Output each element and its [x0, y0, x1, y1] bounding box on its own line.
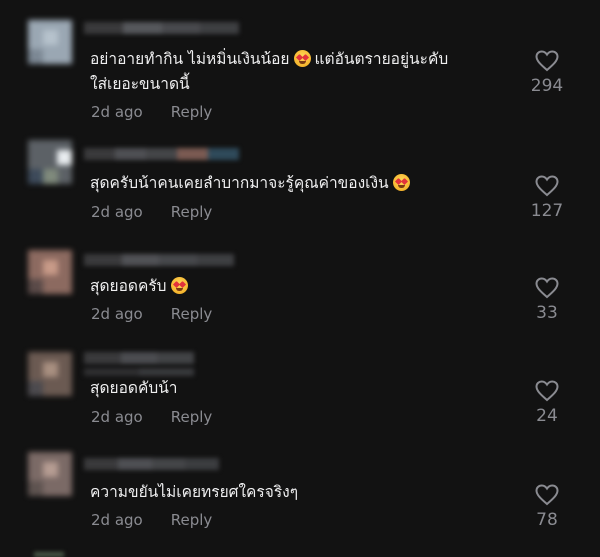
heart-icon[interactable] — [535, 380, 559, 402]
comment-text-part: สุดครับน้าคนเคยลำบากมาจะรู้คุณค่าของเงิน — [90, 174, 389, 192]
heart-icon[interactable] — [535, 484, 559, 506]
heart-icon[interactable] — [535, 175, 559, 197]
timestamp: 2d ago — [91, 103, 143, 121]
avatar[interactable] — [28, 452, 72, 496]
reply-button[interactable]: Reply — [171, 203, 213, 221]
comment-text-part: ความขยันไม่เคยทรยศใครจริงๆ — [90, 483, 299, 501]
reply-button[interactable]: Reply — [171, 408, 213, 426]
like-button[interactable]: 24 — [512, 380, 582, 426]
username-blurred[interactable] — [84, 352, 195, 364]
timestamp: 2d ago — [91, 305, 143, 323]
username-blurred[interactable] — [84, 254, 234, 266]
like-button[interactable]: 127 — [512, 175, 582, 221]
like-count: 24 — [536, 406, 558, 426]
star-struck-emoji-icon — [392, 174, 410, 191]
like-count: 78 — [536, 510, 558, 530]
avatar — [34, 552, 64, 557]
username-blurred[interactable] — [84, 368, 194, 376]
comment-meta: 2d ago Reply — [91, 103, 212, 121]
username-blurred[interactable] — [84, 148, 239, 160]
avatar[interactable] — [28, 352, 72, 396]
comment-text: สุดยอดคับน้า — [90, 376, 510, 401]
like-count: 127 — [530, 201, 564, 221]
like-count: 33 — [536, 303, 558, 323]
comment-text-part: สุดยอดครับ — [90, 277, 167, 295]
reply-button[interactable]: Reply — [171, 511, 213, 529]
comment-meta: 2d ago Reply — [91, 408, 212, 426]
timestamp: 2d ago — [91, 511, 143, 529]
reply-button[interactable]: Reply — [171, 103, 213, 121]
avatar[interactable] — [28, 140, 72, 184]
star-struck-emoji-icon — [170, 277, 188, 294]
comment-item: ความขยันไม่เคยทรยศใครจริงๆ 2d ago Reply 7… — [0, 0, 600, 530]
comment-meta: 2d ago Reply — [91, 305, 212, 323]
comment-text: สุดยอดครับ — [90, 274, 510, 299]
comment-text: ความขยันไม่เคยทรยศใครจริงๆ — [90, 480, 510, 505]
like-button[interactable]: 78 — [512, 484, 582, 530]
timestamp: 2d ago — [91, 203, 143, 221]
timestamp: 2d ago — [91, 408, 143, 426]
comment-text-part: สุดยอดคับน้า — [90, 379, 178, 397]
username-blurred[interactable] — [84, 458, 219, 470]
reply-button[interactable]: Reply — [171, 305, 213, 323]
comment-meta: 2d ago Reply — [91, 511, 212, 529]
like-button[interactable]: 33 — [512, 277, 582, 323]
comment-text: สุดครับน้าคนเคยลำบากมาจะรู้คุณค่าของเงิน — [90, 171, 510, 196]
avatar[interactable] — [28, 250, 72, 294]
heart-icon[interactable] — [535, 277, 559, 299]
comment-meta: 2d ago Reply — [91, 203, 212, 221]
